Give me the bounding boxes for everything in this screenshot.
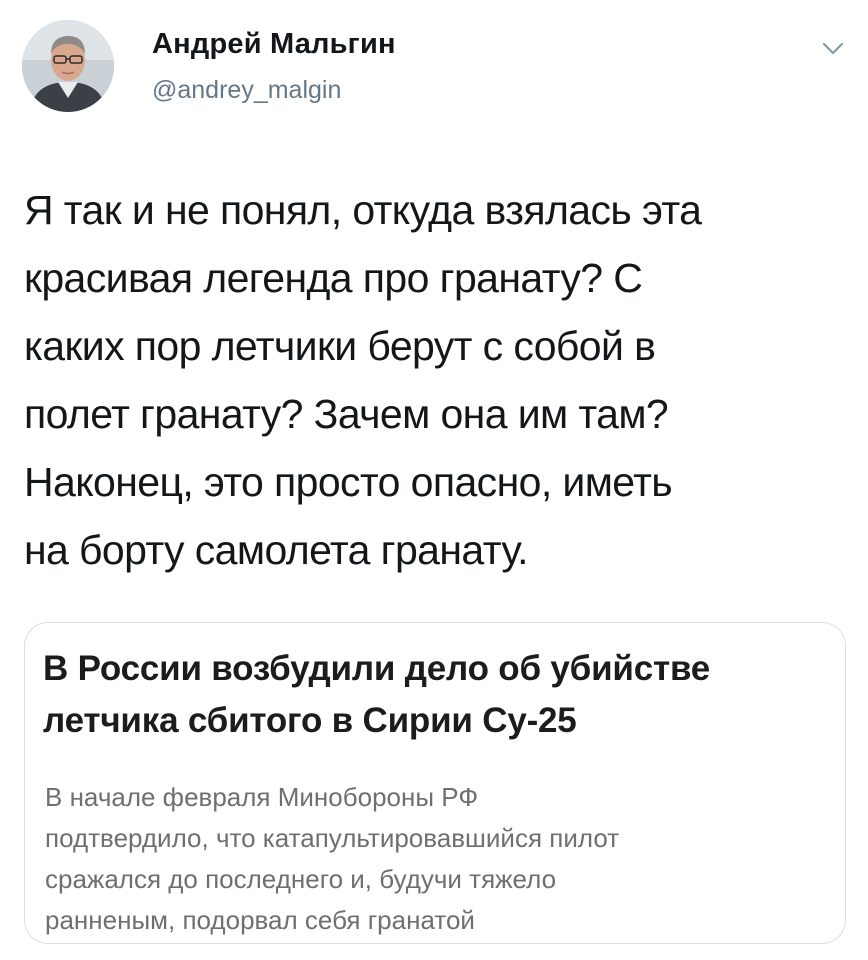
card-title-line: В России возбудили дело об убийстве xyxy=(43,649,711,688)
author-handle[interactable]: @andrey_malgin xyxy=(152,76,341,105)
card-description: В начале февраля Минобороны РФ подтверди… xyxy=(45,777,835,941)
tweet-text-line: полет гранату? Зачем она им там? xyxy=(24,391,669,437)
card-title: В России возбудили дело об убийстве летч… xyxy=(43,643,833,747)
user-photo-icon xyxy=(22,20,114,112)
card-description-line: ранненым, подорвал себя гранатой xyxy=(45,905,475,935)
card-title-line: летчика сбитого в Сирии Су-25 xyxy=(43,701,577,740)
tweet-text-line: Наконец, это просто опасно, иметь xyxy=(24,459,673,505)
tweet-text: Я так и не понял, откуда взялась эта кра… xyxy=(24,176,854,584)
tweet: Андрей Мальгин @andrey_malgin Я так и не… xyxy=(0,0,868,960)
tweet-text-line: красивая легенда про гранату? С xyxy=(24,255,643,301)
card-description-line: подтвердило, что катапультировавшийся пи… xyxy=(45,823,620,853)
tweet-text-line: на борту самолета гранату. xyxy=(24,527,529,573)
card-description-line: сражался до последнего и, будучи тяжело xyxy=(45,864,557,894)
avatar[interactable] xyxy=(22,20,114,112)
author-display-name[interactable]: Андрей Мальгин xyxy=(152,28,396,61)
link-preview-card[interactable]: В России возбудили дело об убийстве летч… xyxy=(24,622,846,944)
tweet-menu-button[interactable] xyxy=(820,36,846,62)
chevron-down-icon xyxy=(822,42,844,55)
tweet-text-line: каких пор летчики берут с собой в xyxy=(24,323,656,369)
card-description-line: В начале февраля Минобороны РФ xyxy=(45,782,479,812)
tweet-text-line: Я так и не понял, откуда взялась эта xyxy=(24,187,702,233)
